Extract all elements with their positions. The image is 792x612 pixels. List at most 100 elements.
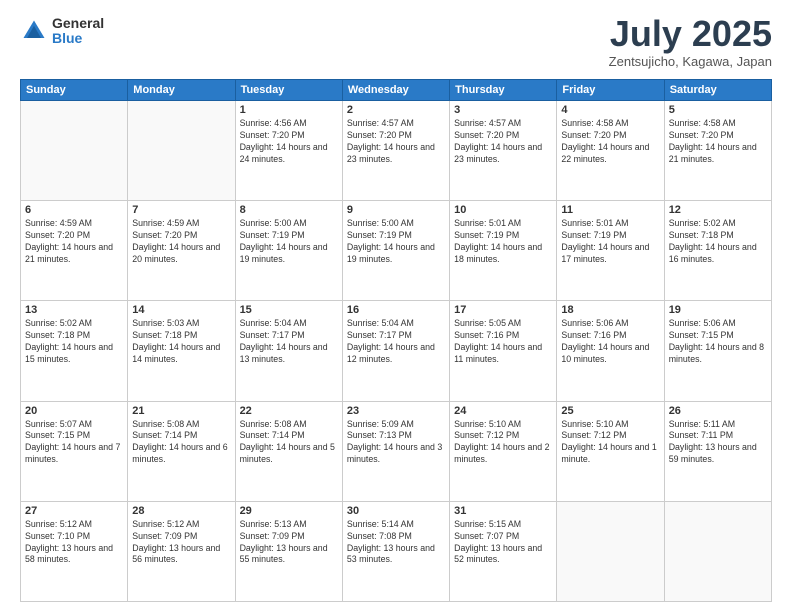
logo-blue: Blue bbox=[52, 31, 104, 46]
calendar-cell: 31Sunrise: 5:15 AM Sunset: 7:07 PM Dayli… bbox=[450, 501, 557, 601]
day-number: 24 bbox=[454, 405, 552, 417]
calendar-cell bbox=[664, 501, 771, 601]
day-number: 20 bbox=[25, 405, 123, 417]
day-info: Sunrise: 5:06 AM Sunset: 7:15 PM Dayligh… bbox=[669, 318, 767, 366]
day-info: Sunrise: 5:09 AM Sunset: 7:13 PM Dayligh… bbox=[347, 419, 445, 467]
day-info: Sunrise: 4:58 AM Sunset: 7:20 PM Dayligh… bbox=[561, 118, 659, 166]
day-info: Sunrise: 5:10 AM Sunset: 7:12 PM Dayligh… bbox=[454, 419, 552, 467]
calendar-cell: 24 Sunrise: 5:10 AM Sunset: 7:12 PM Dayli… bbox=[450, 401, 557, 501]
location: Zentsujicho, Kagawa, Japan bbox=[609, 54, 772, 69]
day-number: 21 bbox=[132, 405, 230, 417]
day-number: 9 bbox=[347, 204, 445, 216]
calendar-header-monday: Monday bbox=[128, 80, 235, 101]
calendar-cell: 6 Sunrise: 4:59 AM Sunset: 7:20 PM Daylig… bbox=[21, 201, 128, 301]
day-number: 12 bbox=[669, 204, 767, 216]
day-number: 1 bbox=[240, 104, 338, 116]
day-number: 16 bbox=[347, 304, 445, 316]
day-number: 22 bbox=[240, 405, 338, 417]
calendar-week-2: 6 Sunrise: 4:59 AM Sunset: 7:20 PM Daylig… bbox=[21, 201, 772, 301]
day-number: 18 bbox=[561, 304, 659, 316]
calendar-cell: 3Sunrise: 4:57 AM Sunset: 7:20 PM Daylig… bbox=[450, 101, 557, 201]
day-number: 8 bbox=[240, 204, 338, 216]
calendar-week-5: 27 Sunrise: 5:12 AM Sunset: 7:10 PM Dayli… bbox=[21, 501, 772, 601]
day-number: 10 bbox=[454, 204, 552, 216]
calendar-week-3: 13 Sunrise: 5:02 AM Sunset: 7:18 PM Dayli… bbox=[21, 301, 772, 401]
calendar-cell: 19 Sunrise: 5:06 AM Sunset: 7:15 PM Dayli… bbox=[664, 301, 771, 401]
calendar-header-thursday: Thursday bbox=[450, 80, 557, 101]
day-info: Sunrise: 4:59 AM Sunset: 7:20 PM Dayligh… bbox=[25, 218, 123, 266]
day-number: 14 bbox=[132, 304, 230, 316]
day-number: 5 bbox=[669, 104, 767, 116]
day-number: 30 bbox=[347, 505, 445, 517]
calendar-cell: 5Sunrise: 4:58 AM Sunset: 7:20 PM Daylig… bbox=[664, 101, 771, 201]
day-info: Sunrise: 5:12 AM Sunset: 7:10 PM Dayligh… bbox=[25, 519, 123, 567]
day-info: Sunrise: 5:06 AM Sunset: 7:16 PM Dayligh… bbox=[561, 318, 659, 366]
day-number: 11 bbox=[561, 204, 659, 216]
calendar-cell: 8 Sunrise: 5:00 AM Sunset: 7:19 PM Daylig… bbox=[235, 201, 342, 301]
calendar-cell: 4 Sunrise: 4:58 AM Sunset: 7:20 PM Daylig… bbox=[557, 101, 664, 201]
calendar-cell: 15Sunrise: 5:04 AM Sunset: 7:17 PM Dayli… bbox=[235, 301, 342, 401]
day-number: 17 bbox=[454, 304, 552, 316]
calendar-cell: 17 Sunrise: 5:05 AM Sunset: 7:16 PM Dayli… bbox=[450, 301, 557, 401]
month-title: July 2025 bbox=[609, 16, 772, 52]
day-info: Sunrise: 5:08 AM Sunset: 7:14 PM Dayligh… bbox=[132, 419, 230, 467]
day-info: Sunrise: 5:12 AM Sunset: 7:09 PM Dayligh… bbox=[132, 519, 230, 567]
day-info: Sunrise: 5:00 AM Sunset: 7:19 PM Dayligh… bbox=[240, 218, 338, 266]
day-number: 6 bbox=[25, 204, 123, 216]
calendar-cell: 21 Sunrise: 5:08 AM Sunset: 7:14 PM Dayli… bbox=[128, 401, 235, 501]
day-info: Sunrise: 5:05 AM Sunset: 7:16 PM Dayligh… bbox=[454, 318, 552, 366]
calendar-cell: 20 Sunrise: 5:07 AM Sunset: 7:15 PM Dayli… bbox=[21, 401, 128, 501]
day-info: Sunrise: 5:11 AM Sunset: 7:11 PM Dayligh… bbox=[669, 419, 767, 467]
day-info: Sunrise: 5:14 AM Sunset: 7:08 PM Dayligh… bbox=[347, 519, 445, 567]
logo: General Blue bbox=[20, 16, 104, 47]
day-number: 19 bbox=[669, 304, 767, 316]
day-info: Sunrise: 5:03 AM Sunset: 7:18 PM Dayligh… bbox=[132, 318, 230, 366]
calendar-cell: 12 Sunrise: 5:02 AM Sunset: 7:18 PM Dayli… bbox=[664, 201, 771, 301]
title-block: July 2025 Zentsujicho, Kagawa, Japan bbox=[609, 16, 772, 69]
logo-icon bbox=[20, 17, 48, 45]
calendar-header-wednesday: Wednesday bbox=[342, 80, 449, 101]
day-info: Sunrise: 5:02 AM Sunset: 7:18 PM Dayligh… bbox=[25, 318, 123, 366]
calendar-cell: 26 Sunrise: 5:11 AM Sunset: 7:11 PM Dayli… bbox=[664, 401, 771, 501]
day-number: 29 bbox=[240, 505, 338, 517]
calendar-cell: 18 Sunrise: 5:06 AM Sunset: 7:16 PM Dayli… bbox=[557, 301, 664, 401]
day-number: 23 bbox=[347, 405, 445, 417]
calendar-cell bbox=[557, 501, 664, 601]
calendar-cell bbox=[128, 101, 235, 201]
calendar-cell: 14 Sunrise: 5:03 AM Sunset: 7:18 PM Dayli… bbox=[128, 301, 235, 401]
day-number: 27 bbox=[25, 505, 123, 517]
day-info: Sunrise: 5:07 AM Sunset: 7:15 PM Dayligh… bbox=[25, 419, 123, 467]
day-info: Sunrise: 5:10 AM Sunset: 7:12 PM Dayligh… bbox=[561, 419, 659, 467]
day-info: Sunrise: 5:00 AM Sunset: 7:19 PM Dayligh… bbox=[347, 218, 445, 266]
day-number: 13 bbox=[25, 304, 123, 316]
calendar-header-saturday: Saturday bbox=[664, 80, 771, 101]
calendar-header-row: SundayMondayTuesdayWednesdayThursdayFrid… bbox=[21, 80, 772, 101]
calendar-cell: 28Sunrise: 5:12 AM Sunset: 7:09 PM Dayli… bbox=[128, 501, 235, 601]
calendar-cell: 10 Sunrise: 5:01 AM Sunset: 7:19 PM Dayli… bbox=[450, 201, 557, 301]
calendar-table: SundayMondayTuesdayWednesdayThursdayFrid… bbox=[20, 79, 772, 602]
page: General Blue July 2025 Zentsujicho, Kaga… bbox=[0, 0, 792, 612]
header: General Blue July 2025 Zentsujicho, Kaga… bbox=[20, 16, 772, 69]
day-number: 26 bbox=[669, 405, 767, 417]
calendar-cell: 9 Sunrise: 5:00 AM Sunset: 7:19 PM Daylig… bbox=[342, 201, 449, 301]
day-info: Sunrise: 5:02 AM Sunset: 7:18 PM Dayligh… bbox=[669, 218, 767, 266]
day-number: 3 bbox=[454, 104, 552, 116]
calendar-cell: 13 Sunrise: 5:02 AM Sunset: 7:18 PM Dayli… bbox=[21, 301, 128, 401]
calendar-cell bbox=[21, 101, 128, 201]
day-info: Sunrise: 5:04 AM Sunset: 7:17 PM Dayligh… bbox=[240, 318, 338, 366]
day-info: Sunrise: 5:04 AM Sunset: 7:17 PM Dayligh… bbox=[347, 318, 445, 366]
calendar-header-tuesday: Tuesday bbox=[235, 80, 342, 101]
day-info: Sunrise: 4:56 AM Sunset: 7:20 PM Dayligh… bbox=[240, 118, 338, 166]
calendar-week-4: 20 Sunrise: 5:07 AM Sunset: 7:15 PM Dayli… bbox=[21, 401, 772, 501]
day-number: 4 bbox=[561, 104, 659, 116]
calendar-cell: 16 Sunrise: 5:04 AM Sunset: 7:17 PM Dayli… bbox=[342, 301, 449, 401]
day-number: 25 bbox=[561, 405, 659, 417]
day-number: 2 bbox=[347, 104, 445, 116]
day-info: Sunrise: 5:13 AM Sunset: 7:09 PM Dayligh… bbox=[240, 519, 338, 567]
calendar-cell: 27 Sunrise: 5:12 AM Sunset: 7:10 PM Dayli… bbox=[21, 501, 128, 601]
calendar-cell: 1 Sunrise: 4:56 AM Sunset: 7:20 PM Daylig… bbox=[235, 101, 342, 201]
calendar-cell: 7Sunrise: 4:59 AM Sunset: 7:20 PM Daylig… bbox=[128, 201, 235, 301]
calendar-cell: 25 Sunrise: 5:10 AM Sunset: 7:12 PM Dayli… bbox=[557, 401, 664, 501]
logo-text: General Blue bbox=[52, 16, 104, 47]
day-info: Sunrise: 5:01 AM Sunset: 7:19 PM Dayligh… bbox=[454, 218, 552, 266]
